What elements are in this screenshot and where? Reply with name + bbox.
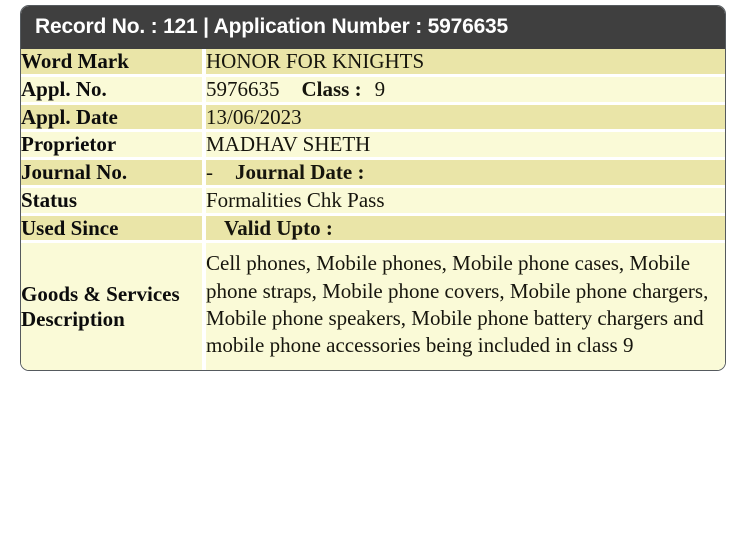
label-appl-no: Appl. No. — [21, 76, 206, 105]
label-status: Status — [21, 187, 206, 216]
table-row-status: Status Formalities Chk Pass — [21, 187, 725, 216]
label-goods-services-description: Goods & Services Description — [21, 243, 206, 370]
value-class: 9 — [374, 76, 386, 101]
table-row-appl-no: Appl. No. 5976635 Class : 9 — [21, 76, 725, 105]
trademark-record-card: Record No. : 121 | Application Number : … — [20, 5, 726, 371]
table-row-used-since: Used Since Valid Upto : — [21, 215, 725, 244]
label-used-since: Used Since — [21, 215, 206, 244]
value-journal-no-cell: - Journal Date : — [206, 160, 725, 188]
table-row-goods-services: Goods & Services Description Cell phones… — [21, 243, 725, 370]
value-status: Formalities Chk Pass — [206, 187, 725, 216]
label-proprietor: Proprietor — [21, 132, 206, 161]
label-appl-date: Appl. Date — [21, 104, 206, 133]
label-word-mark: Word Mark — [21, 49, 206, 77]
value-proprietor: MADHAV SHETH — [206, 132, 725, 161]
table-row-word-mark: Word Mark HONOR FOR KNIGHTS — [21, 49, 725, 77]
value-appl-no: 5976635 — [206, 76, 280, 101]
value-goods-services-description: Cell phones, Mobile phones, Mobile phone… — [206, 243, 725, 370]
value-word-mark: HONOR FOR KNIGHTS — [206, 49, 725, 77]
value-journal-no: - — [206, 160, 213, 185]
label-valid-upto: Valid Upto : — [224, 215, 333, 240]
value-used-since-cell: Valid Upto : — [206, 215, 725, 244]
table-row-appl-date: Appl. Date 13/06/2023 — [21, 104, 725, 133]
table-row-journal-no: Journal No. - Journal Date : — [21, 160, 725, 188]
record-header-title: Record No. : 121 | Application Number : … — [21, 6, 725, 50]
record-details-table: Word Mark HONOR FOR KNIGHTS Appl. No. 59… — [21, 49, 725, 370]
label-journal-no: Journal No. — [21, 160, 206, 188]
value-appl-no-cell: 5976635 Class : 9 — [206, 76, 725, 105]
label-journal-date: Journal Date : — [235, 160, 365, 185]
value-appl-date: 13/06/2023 — [206, 104, 725, 133]
table-row-proprietor: Proprietor MADHAV SHETH — [21, 132, 725, 161]
label-class: Class : — [301, 76, 362, 101]
